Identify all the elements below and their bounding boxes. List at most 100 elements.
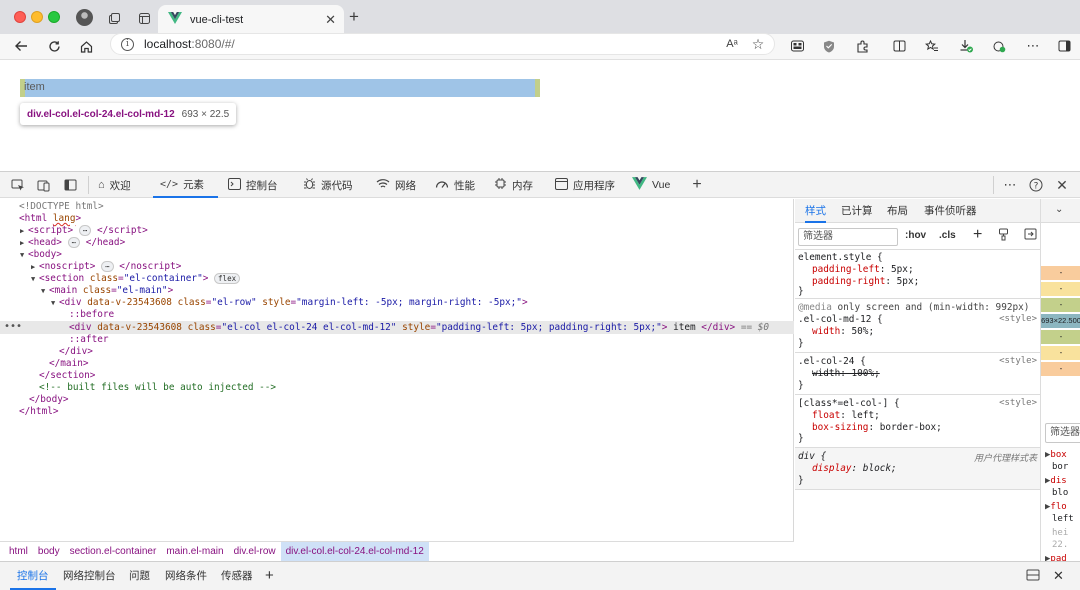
ellipsis-badge[interactable]: ⋯ bbox=[78, 225, 92, 236]
dom-node-selected[interactable]: <div data-v-23543608 class="el-col el-co… bbox=[69, 322, 769, 334]
drawer-tab-issues[interactable]: 问题 bbox=[129, 562, 150, 590]
tab-vue[interactable]: Vue bbox=[632, 172, 670, 198]
tab-layout[interactable]: 布局 bbox=[887, 199, 908, 223]
downloads-icon[interactable] bbox=[957, 37, 975, 55]
sidebar-toggle-icon[interactable] bbox=[1055, 37, 1073, 55]
add-drawer-tab-icon[interactable]: + bbox=[265, 562, 274, 590]
computed-item[interactable]: ▶flo bbox=[1045, 501, 1074, 513]
tab-computed[interactable]: 已计算 bbox=[841, 199, 873, 223]
row-actions-icon[interactable]: ••• bbox=[4, 321, 22, 333]
extension-icon[interactable] bbox=[788, 37, 806, 55]
tab-styles[interactable]: 样式 bbox=[805, 199, 826, 223]
close-devtools-icon[interactable]: ✕ bbox=[1054, 177, 1070, 193]
close-tab-icon[interactable]: ✕ bbox=[325, 12, 336, 28]
tab-actions-icon[interactable] bbox=[136, 10, 152, 26]
dom-node[interactable]: ▼ <section class="el-container"> flex bbox=[31, 273, 241, 285]
inspect-element-icon[interactable] bbox=[10, 177, 26, 193]
favorite-star-icon[interactable]: ☆ bbox=[749, 35, 767, 53]
tab-performance[interactable]: 性能 bbox=[435, 172, 475, 198]
performance-icon[interactable] bbox=[990, 37, 1008, 55]
shield-icon[interactable] bbox=[820, 37, 838, 55]
drawer-tab-network-console[interactable]: 网络控制台 bbox=[63, 562, 116, 590]
styles-filter-input[interactable]: 筛选器 bbox=[798, 228, 898, 246]
rule-selector[interactable]: element.style { bbox=[798, 252, 883, 264]
address-bar[interactable]: i localhost:8080/#/ Aᵃ ☆ bbox=[110, 33, 775, 55]
close-window-button[interactable] bbox=[14, 11, 26, 23]
more-options-icon[interactable]: ⋯ bbox=[1002, 177, 1018, 193]
breadcrumb-item[interactable]: html bbox=[4, 542, 33, 562]
breadcrumb-item[interactable]: section.el-container bbox=[65, 542, 162, 562]
collections-icon[interactable] bbox=[106, 10, 122, 26]
flex-badge[interactable]: flex bbox=[214, 273, 241, 284]
site-info-icon[interactable]: i bbox=[121, 37, 134, 51]
computed-prop-inherited[interactable]: hei bbox=[1045, 527, 1074, 539]
breadcrumb-item[interactable]: body bbox=[33, 542, 65, 562]
minimize-window-button[interactable] bbox=[31, 11, 43, 23]
profile-avatar[interactable] bbox=[76, 9, 93, 26]
item-text[interactable]: item bbox=[24, 81, 45, 93]
puzzle-extensions-icon[interactable] bbox=[853, 37, 871, 55]
tab-elements[interactable]: </> 元素 bbox=[153, 172, 218, 198]
collapse-triangle-icon[interactable]: ▼ bbox=[51, 297, 59, 309]
dock-side-icon[interactable] bbox=[62, 177, 78, 193]
drawer-tab-console[interactable]: 控制台 bbox=[10, 562, 56, 590]
favorites-icon[interactable] bbox=[923, 37, 941, 55]
computed-filter-input[interactable]: 筛选器 bbox=[1045, 423, 1080, 443]
browser-tab[interactable]: vue-cli-test ✕ bbox=[158, 5, 344, 34]
drawer-tab-network-conditions[interactable]: 网络条件 bbox=[165, 562, 207, 590]
pseudo-before[interactable]: ::before bbox=[69, 309, 114, 321]
hov-toggle[interactable]: :hov bbox=[905, 230, 926, 241]
rule-declaration[interactable]: width: 50%; bbox=[812, 326, 874, 338]
more-options-icon[interactable]: ⋯ bbox=[1024, 37, 1042, 55]
computed-item[interactable]: ▶box bbox=[1045, 449, 1074, 461]
maximize-window-button[interactable] bbox=[48, 11, 60, 23]
rule-declaration[interactable]: float: left; bbox=[812, 410, 880, 422]
ellipsis-badge[interactable]: ⋯ bbox=[101, 261, 114, 272]
dom-node[interactable]: </section> bbox=[39, 370, 95, 382]
tab-welcome[interactable]: ⌂ 欢迎 bbox=[98, 172, 131, 198]
rule-declaration[interactable]: display: block; bbox=[812, 463, 897, 475]
add-tab-icon[interactable]: + bbox=[689, 176, 705, 193]
dom-node[interactable]: <!DOCTYPE html> bbox=[19, 201, 104, 213]
tab-network[interactable]: 网络 bbox=[376, 172, 416, 198]
dom-node[interactable]: ▶ <noscript> ⋯ </noscript> bbox=[31, 261, 181, 273]
rule-selector[interactable]: .el-col-md-12 { bbox=[798, 314, 883, 326]
breadcrumb-item[interactable]: main.el-main bbox=[161, 542, 228, 562]
read-aloud-icon[interactable]: Aᵃ bbox=[723, 35, 741, 53]
dom-node[interactable]: ▶ <head> ⋯ </head> bbox=[20, 237, 125, 249]
computed-item[interactable]: ▶dis bbox=[1045, 475, 1074, 487]
collapse-triangle-icon[interactable]: ▼ bbox=[20, 249, 28, 261]
rule-source-link[interactable]: <style> bbox=[999, 356, 1037, 366]
rule-declaration[interactable]: box-sizing: border-box; bbox=[812, 422, 942, 434]
dom-node[interactable]: </main> bbox=[49, 358, 89, 370]
dom-node[interactable]: ▼ <body> bbox=[20, 249, 62, 261]
rule-declaration[interactable]: padding-right: 5px; bbox=[812, 276, 919, 288]
close-drawer-icon[interactable]: ✕ bbox=[1053, 562, 1064, 590]
add-rule-icon[interactable]: + bbox=[973, 226, 982, 244]
dom-node[interactable]: </body> bbox=[29, 394, 69, 406]
tab-event-listeners[interactable]: 事件侦听器 bbox=[924, 199, 977, 223]
dock-drawer-icon[interactable] bbox=[1026, 569, 1040, 583]
dom-comment[interactable]: <!-- built files will be auto injected -… bbox=[39, 382, 276, 394]
chevron-down-icon[interactable]: ⌄ bbox=[1055, 204, 1063, 215]
collapse-triangle-icon[interactable]: ▼ bbox=[31, 273, 39, 285]
dom-node[interactable]: <html lang> bbox=[19, 213, 81, 225]
tab-console[interactable]: 控制台 bbox=[228, 172, 278, 198]
expand-triangle-icon[interactable]: ▶ bbox=[20, 225, 28, 237]
new-tab-icon[interactable]: + bbox=[346, 7, 362, 26]
breadcrumb-item-active[interactable]: div.el-col.el-col-24.el-col-md-12 bbox=[280, 541, 429, 562]
tab-application[interactable]: 应用程序 bbox=[555, 172, 615, 198]
rule-declaration[interactable]: padding-left: 5px; bbox=[812, 264, 914, 276]
ellipsis-badge[interactable]: ⋯ bbox=[67, 237, 81, 248]
home-icon[interactable] bbox=[77, 37, 95, 55]
dom-node[interactable]: ▼ <main class="el-main"> bbox=[41, 285, 173, 297]
rule-source-link[interactable]: <style> bbox=[999, 398, 1037, 408]
dom-node[interactable]: </div> bbox=[59, 346, 93, 358]
back-icon[interactable] bbox=[12, 37, 30, 55]
tab-memory[interactable]: 内存 bbox=[494, 172, 533, 198]
refresh-icon[interactable] bbox=[45, 37, 63, 55]
split-screen-icon[interactable] bbox=[890, 37, 908, 55]
breadcrumb-item[interactable]: div.el-row bbox=[229, 542, 281, 562]
dom-node[interactable]: ▶ <script> ⋯ </script> bbox=[20, 225, 148, 237]
rule-source-link[interactable]: <style> bbox=[999, 314, 1037, 324]
